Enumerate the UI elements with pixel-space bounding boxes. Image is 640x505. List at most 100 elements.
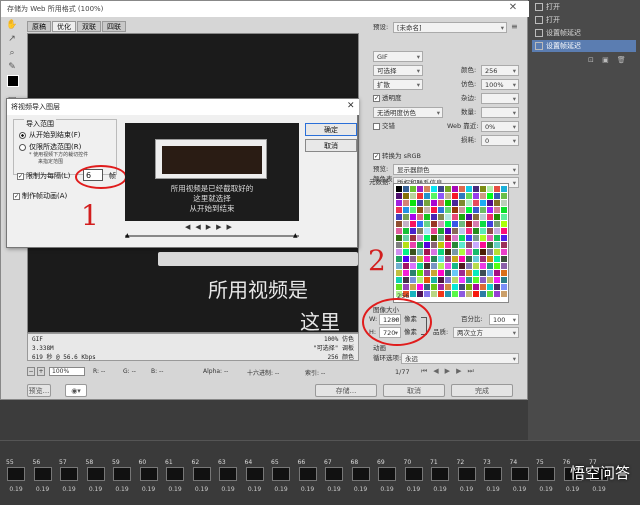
limit-checkbox[interactable]: ✓ [17,173,24,180]
color-swatch[interactable] [452,200,458,206]
frame-delay[interactable]: 0.19 [563,486,583,493]
amount-field[interactable] [481,107,519,118]
color-swatch[interactable] [487,242,493,248]
color-swatch[interactable] [494,200,500,206]
color-swatch[interactable] [466,214,472,220]
timeline-frame[interactable]: 67 0.19 [324,459,344,497]
color-swatch[interactable] [501,193,507,199]
color-swatch[interactable] [452,291,458,297]
color-swatch[interactable] [445,256,451,262]
close-icon[interactable]: ✕ [347,101,355,111]
transparency-dither-select[interactable]: 无透明度仿色 [373,107,443,118]
trim-end-handle[interactable]: ▲ [293,232,298,239]
color-swatch[interactable] [459,291,465,297]
color-swatch[interactable] [487,200,493,206]
color-swatch[interactable] [438,263,444,269]
color-swatch[interactable] [501,256,507,262]
color-swatch[interactable] [438,235,444,241]
color-swatch[interactable] [466,263,472,269]
color-swatch[interactable] [410,193,416,199]
color-swatch[interactable] [424,270,430,276]
color-swatch[interactable] [487,207,493,213]
color-swatch[interactable] [452,193,458,199]
color-swatch[interactable] [459,277,465,283]
color-swatch[interactable] [494,277,500,283]
color-swatch[interactable] [417,291,423,297]
color-swatch[interactable] [396,235,402,241]
color-swatch[interactable] [424,249,430,255]
color-swatch[interactable] [424,193,430,199]
color-swatch[interactable] [452,284,458,290]
preset-select[interactable]: [未命名] [393,22,507,33]
color-swatch[interactable] [473,291,479,297]
color-swatch[interactable] [480,242,486,248]
color-swatch[interactable] [424,207,430,213]
color-swatch[interactable] [403,207,409,213]
zoom-icon[interactable]: ⌕ [6,47,18,59]
color-swatch[interactable] [438,193,444,199]
color-swatch[interactable] [438,221,444,227]
color-swatch[interactable] [431,291,437,297]
color-swatch[interactable] [459,214,465,220]
timeline-frame[interactable]: 75 0.19 [536,459,556,497]
tab-2up[interactable]: 双联 [77,21,101,32]
web-snap-field[interactable]: 0% [481,121,519,132]
color-swatch[interactable] [396,242,402,248]
color-swatch[interactable] [431,277,437,283]
frame-delay[interactable]: 0.19 [457,486,477,493]
video-trim-slider[interactable] [125,235,299,237]
color-swatch[interactable] [459,256,465,262]
timeline-frame[interactable]: 58 0.19 [86,459,106,497]
color-swatch[interactable] [396,284,402,290]
color-swatch[interactable] [396,228,402,234]
color-swatch[interactable] [466,277,472,283]
color-swatch[interactable] [480,235,486,241]
colors-select[interactable]: 256 [481,65,519,76]
color-swatch[interactable] [480,200,486,206]
color-swatch[interactable] [494,270,500,276]
color-swatch[interactable] [480,263,486,269]
tab-optimized[interactable]: 优化 [52,21,76,32]
color-swatch[interactable] [487,249,493,255]
history-panel-actions[interactable]: ⊡ ▣ 🗑 [588,56,634,64]
color-swatch[interactable] [431,228,437,234]
color-swatch[interactable] [487,228,493,234]
timeline-frame[interactable]: 63 0.19 [218,459,238,497]
color-swatch[interactable] [473,284,479,290]
frame-delay[interactable]: 0.19 [6,486,26,493]
color-swatch[interactable] [487,256,493,262]
color-swatch[interactable] [417,270,423,276]
reduction-select[interactable]: 可选择 [373,65,423,76]
color-swatch[interactable] [480,221,486,227]
color-swatch[interactable] [396,277,402,283]
color-swatch[interactable] [410,256,416,262]
interlaced-checkbox[interactable] [373,123,380,130]
color-swatch[interactable] [403,249,409,255]
color-swatch[interactable] [487,186,493,192]
color-swatch[interactable] [452,228,458,234]
timeline-frame[interactable]: 70 0.19 [404,459,424,497]
color-swatch[interactable] [7,75,19,87]
color-swatch[interactable] [438,228,444,234]
color-swatch[interactable] [431,284,437,290]
history-item[interactable]: 打开 [532,1,636,13]
color-swatch[interactable] [501,214,507,220]
color-swatch[interactable] [466,228,472,234]
save-button[interactable]: 存储... [315,384,377,397]
color-swatch[interactable] [466,200,472,206]
frame-delay[interactable]: 0.19 [351,486,371,493]
timeline-frame[interactable]: 55 0.19 [6,459,26,497]
color-swatch[interactable] [417,207,423,213]
color-swatch[interactable] [473,242,479,248]
color-swatch[interactable] [452,270,458,276]
color-swatch[interactable] [473,235,479,241]
color-swatch[interactable] [403,277,409,283]
color-swatch[interactable] [445,291,451,297]
color-swatch[interactable] [494,242,500,248]
color-swatch[interactable] [410,242,416,248]
color-swatch[interactable] [473,193,479,199]
color-swatch[interactable] [417,277,423,283]
color-swatch[interactable] [417,284,423,290]
color-swatch[interactable] [396,263,402,269]
color-swatch[interactable] [487,284,493,290]
